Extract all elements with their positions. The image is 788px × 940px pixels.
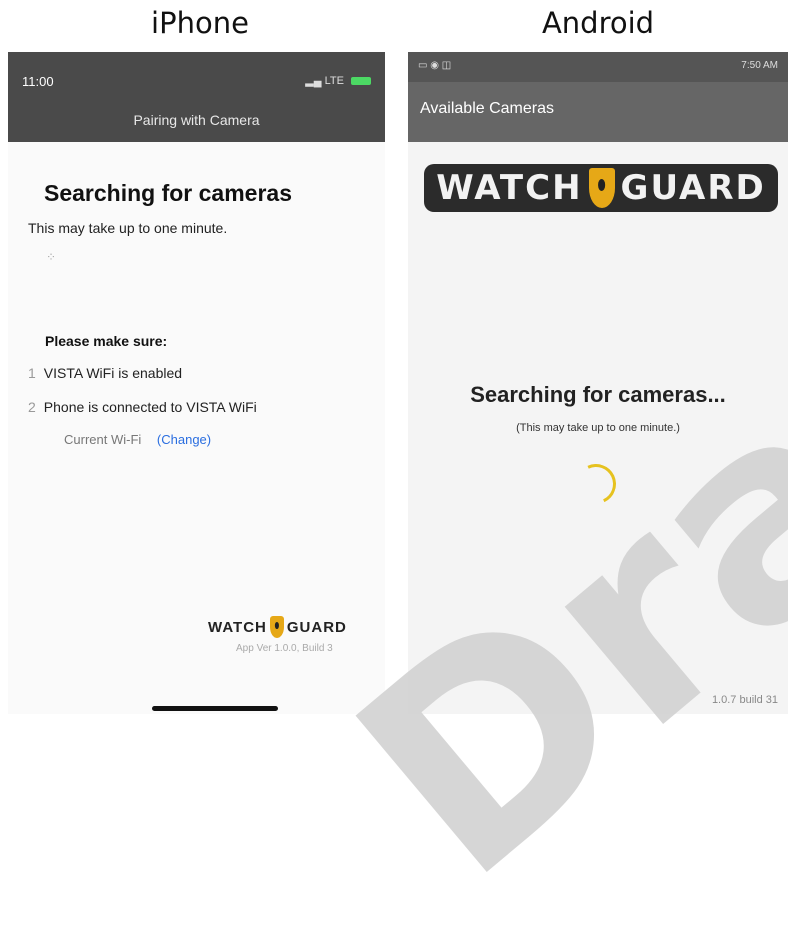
shield-icon bbox=[588, 168, 615, 208]
searching-subtitle: This may take up to one minute. bbox=[28, 220, 228, 236]
android-screen: ▭ ◉ ◫ 7:50 AM Available Cameras WATCH GU… bbox=[408, 52, 788, 714]
searching-heading: Searching for cameras bbox=[44, 180, 293, 206]
app-version: 1.0.7 build 31 bbox=[711, 694, 778, 706]
network-label: LTE bbox=[324, 75, 344, 87]
android-status-bar: ▭ ◉ ◫ 7:50 AM bbox=[408, 52, 788, 82]
status-time: 7:50 AM bbox=[741, 60, 778, 71]
status-time: 11:00 bbox=[22, 74, 54, 89]
watchguard-logo: WATCH GUARD bbox=[424, 164, 778, 212]
android-column-title: Android bbox=[541, 6, 655, 40]
change-wifi-link[interactable]: (Change) bbox=[157, 432, 211, 447]
searching-subtitle: (This may take up to one minute.) bbox=[516, 422, 680, 434]
loading-spinner-icon: ⁘ bbox=[46, 250, 57, 264]
notification-icons: ▭ ◉ ◫ bbox=[418, 60, 452, 71]
iphone-screen: 11:00 ▂▄ LTE Pairing with Camera Searchi… bbox=[8, 52, 385, 714]
checklist-item: 1 VISTA WiFi is enabled bbox=[28, 365, 183, 381]
page-title: Available Cameras bbox=[420, 100, 554, 117]
app-version: App Ver 1.0.0, Build 3 bbox=[236, 643, 333, 654]
searching-heading: Searching for cameras... bbox=[470, 382, 726, 407]
current-wifi-label: Current Wi-Fi bbox=[64, 432, 142, 447]
current-wifi-row: Current Wi-Fi (Change) bbox=[64, 432, 211, 447]
home-indicator[interactable] bbox=[152, 706, 278, 711]
ios-nav-header: 11:00 ▂▄ LTE Pairing with Camera bbox=[8, 52, 385, 142]
status-indicators: ▂▄ LTE bbox=[305, 74, 371, 87]
page-title: Pairing with Camera bbox=[133, 112, 260, 128]
checklist-heading: Please make sure: bbox=[45, 333, 168, 349]
shield-icon bbox=[269, 616, 284, 638]
iphone-column-title: iPhone bbox=[151, 6, 249, 40]
checklist-item: 2 Phone is connected to VISTA WiFi bbox=[28, 399, 257, 415]
battery-icon bbox=[351, 77, 371, 86]
watchguard-logo: WATCH GUARD bbox=[208, 616, 347, 638]
loading-spinner-icon bbox=[570, 458, 622, 510]
signal-icon: ▂▄ bbox=[305, 75, 322, 87]
